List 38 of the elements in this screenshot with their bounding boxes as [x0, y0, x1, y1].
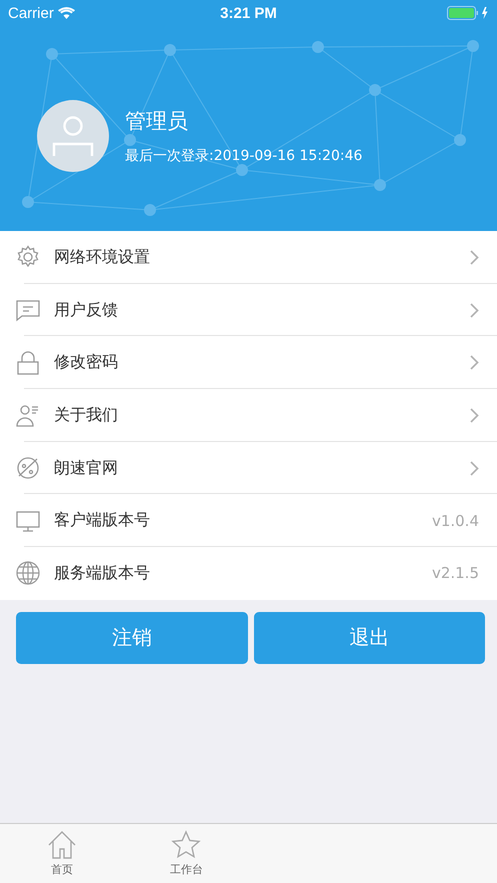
star-icon [171, 830, 202, 860]
globe-icon [16, 561, 40, 586]
menu-label: 修改密码 [54, 352, 119, 374]
wifi-icon [58, 7, 75, 19]
battery-icon [446, 6, 489, 20]
menu-label: 用户反馈 [54, 300, 119, 321]
chevron-icon [470, 250, 479, 265]
menu-item[interactable]: 朗速官网 [0, 442, 497, 494]
tab-item[interactable]: 工作台 [124, 824, 248, 883]
home-icon [47, 830, 78, 860]
carrier-name: Carrier [8, 4, 54, 22]
chevron-icon [470, 460, 479, 476]
settings-icon [16, 245, 40, 270]
person-icon [16, 403, 40, 428]
chevron-icon [470, 408, 479, 423]
tab-item[interactable]: 首页 [0, 824, 124, 883]
clock-time: 3:21 PM [220, 4, 277, 22]
user-name: 管理员 [125, 108, 189, 135]
menu-label: 服务端版本号 [54, 562, 151, 584]
planet-icon [16, 456, 40, 480]
menu-label: 朗速官网 [54, 458, 119, 479]
version-number: v2.1.5 [432, 564, 479, 582]
menu-item[interactable]: 网络环境设置 [0, 231, 497, 284]
menu-label: 客户端版本号 [54, 510, 151, 532]
version-number: v1.0.4 [432, 512, 479, 530]
chevron-icon [470, 355, 479, 370]
menu-item[interactable]: 关于我们 [0, 389, 497, 442]
chevron-icon [470, 302, 479, 318]
avatar[interactable] [37, 100, 109, 172]
person-icon [52, 116, 94, 156]
menu-item[interactable]: 修改密码 [0, 336, 497, 390]
menu-label: 关于我们 [54, 404, 119, 426]
lock-icon [16, 350, 40, 375]
menu-label: 网络环境设置 [54, 246, 151, 268]
menu-item[interactable]: 用户反馈 [0, 284, 497, 336]
monitor-icon [16, 508, 40, 533]
last-login-text: 最后一次登录:2019-09-16 15:20:46 [125, 147, 362, 165]
chat-icon [16, 298, 40, 322]
